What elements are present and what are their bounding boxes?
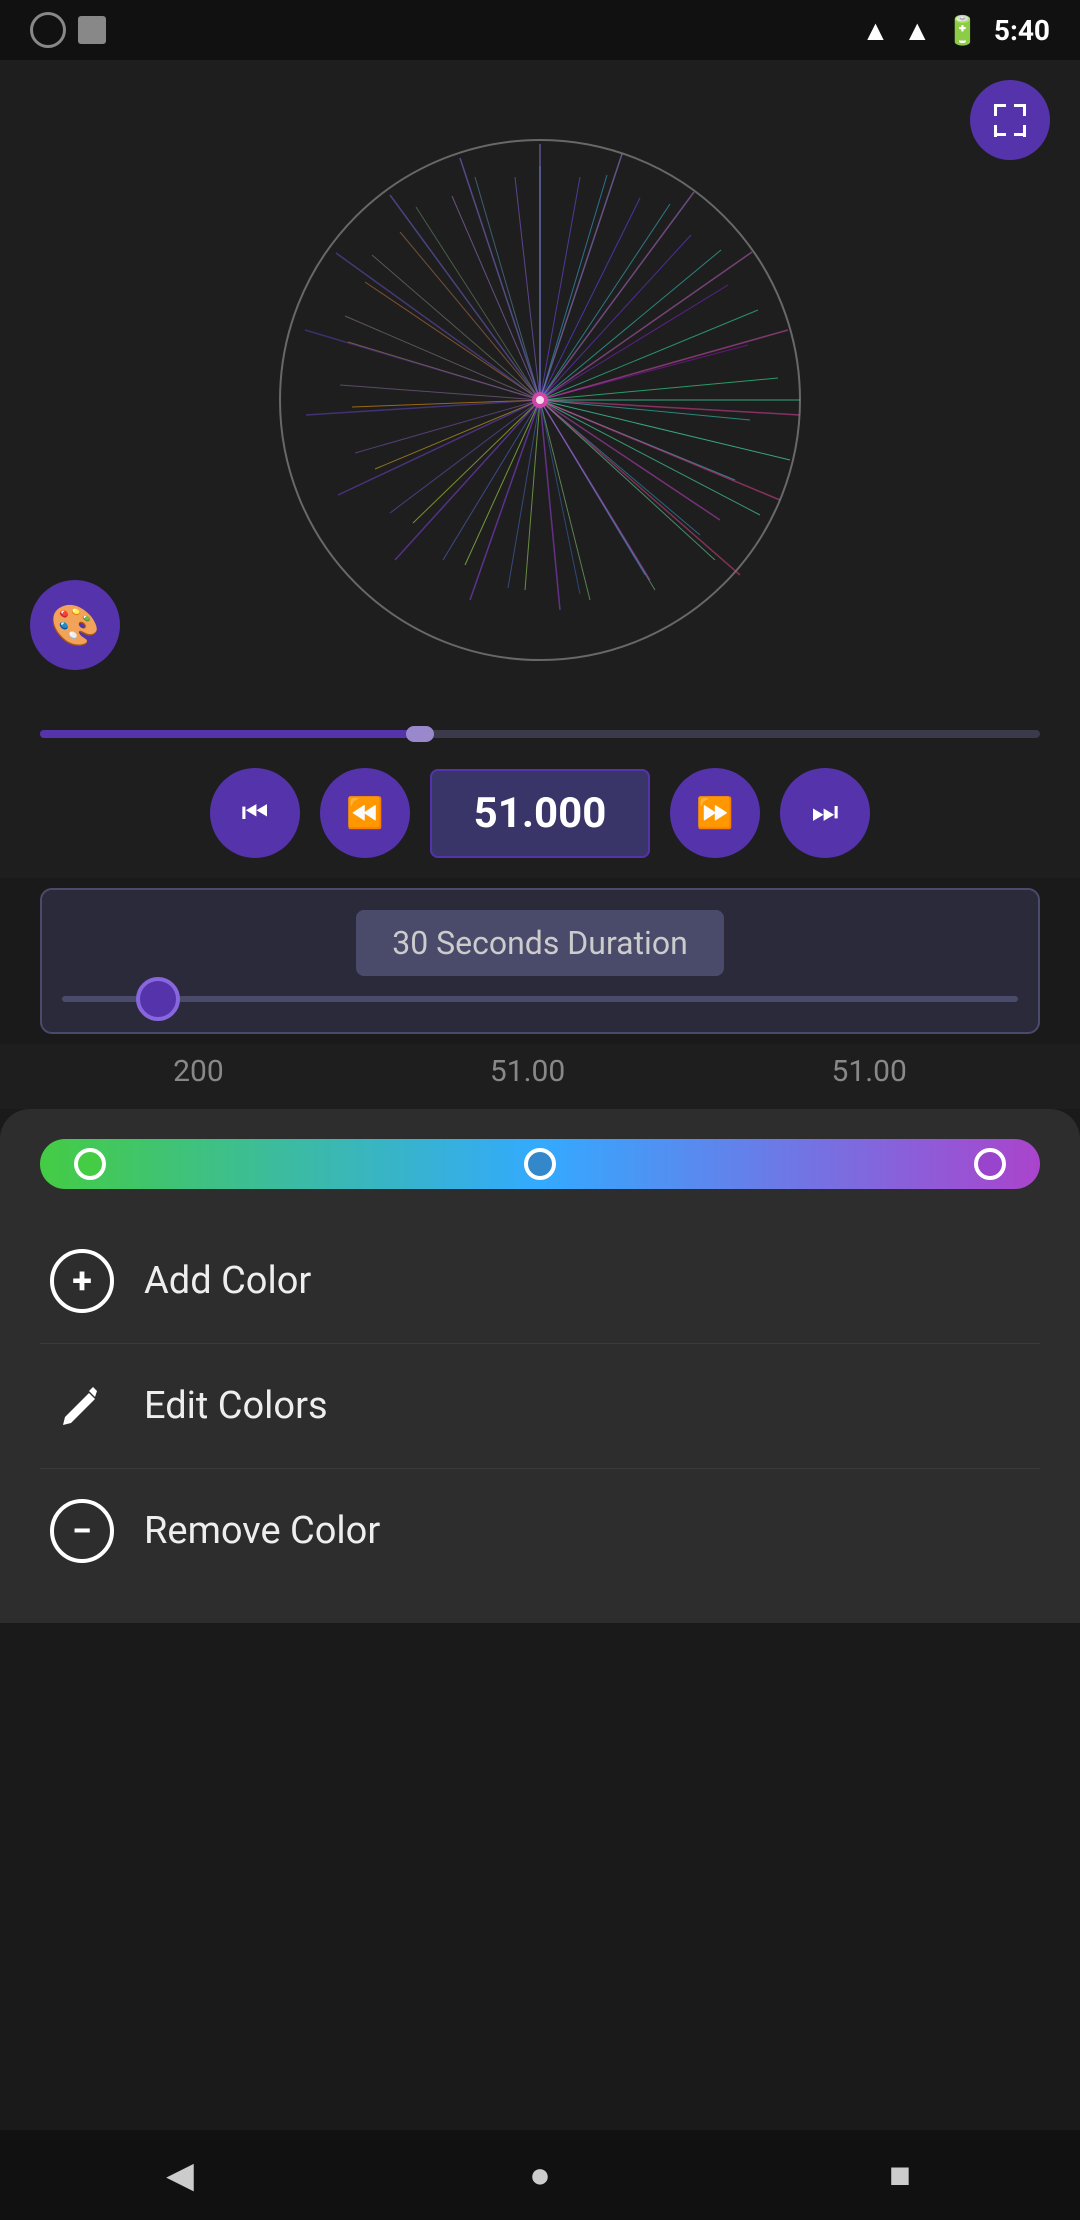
fullscreen-icon <box>990 100 1030 140</box>
gradient-thumb-mid[interactable] <box>524 1148 556 1180</box>
skip-forward-icon: ⏭ <box>812 796 839 830</box>
bottom-navigation: ◀ ● ■ <box>0 2130 1080 2220</box>
duration-panel: 30 Seconds Duration <box>40 888 1040 1034</box>
fast-forward-icon: ⏩ <box>696 796 733 831</box>
gradient-thumb-right[interactable] <box>974 1148 1006 1180</box>
palette-icon: 🎨 <box>50 602 100 649</box>
sim-icon <box>78 16 106 44</box>
signal-icon <box>30 12 66 48</box>
edit-colors-label: Edit Colors <box>144 1384 328 1428</box>
progress-fill <box>40 730 420 738</box>
remove-color-item[interactable]: − Remove Color <box>40 1469 1040 1593</box>
duration-thumb[interactable] <box>136 977 180 1021</box>
status-right: ▲ ▲ 🔋 5:40 <box>862 14 1050 47</box>
remove-color-icon: − <box>50 1499 114 1563</box>
home-icon: ● <box>529 2154 551 2196</box>
duration-label-container: 30 Seconds Duration <box>62 910 1018 976</box>
recent-icon: ■ <box>889 2154 911 2196</box>
progress-area <box>0 720 1080 748</box>
add-color-icon: + <box>50 1249 114 1313</box>
gradient-bar-container <box>40 1139 1040 1189</box>
spirograph-svg <box>260 120 820 680</box>
skip-back-icon: ⏮ <box>242 796 269 830</box>
value-2: 51.00 <box>490 1054 565 1089</box>
progress-track[interactable] <box>40 730 1040 738</box>
color-menu: + Add Color Edit Colors − Remove Color <box>0 1109 1080 1623</box>
remove-color-label: Remove Color <box>144 1509 380 1553</box>
skip-back-button[interactable]: ⏮ <box>210 768 300 858</box>
time-display: 51.000 <box>430 769 650 858</box>
rewind-icon: ⏪ <box>346 796 383 831</box>
palette-button[interactable]: 🎨 <box>30 580 120 670</box>
battery-icon: 🔋 <box>945 14 980 47</box>
progress-thumb[interactable] <box>406 726 434 742</box>
status-left <box>30 12 106 48</box>
status-bar: ▲ ▲ 🔋 5:40 <box>0 0 1080 60</box>
signal-bars-icon: ▲ <box>903 14 931 47</box>
fullscreen-button[interactable] <box>970 80 1050 160</box>
value-3: 51.00 <box>832 1054 907 1089</box>
duration-label: 30 Seconds Duration <box>356 910 723 976</box>
add-color-item[interactable]: + Add Color <box>40 1219 1040 1344</box>
fast-forward-button[interactable]: ⏩ <box>670 768 760 858</box>
edit-colors-icon <box>50 1374 114 1438</box>
duration-slider-track[interactable] <box>62 996 1018 1002</box>
back-button[interactable]: ◀ <box>140 2145 220 2205</box>
value-1: 200 <box>173 1054 224 1089</box>
back-icon: ◀ <box>166 2154 194 2196</box>
clock: 5:40 <box>994 14 1050 47</box>
gradient-bar[interactable] <box>40 1139 1040 1189</box>
gradient-thumb-left[interactable] <box>74 1148 106 1180</box>
recent-apps-button[interactable]: ■ <box>860 2145 940 2205</box>
add-color-label: Add Color <box>144 1259 311 1303</box>
transport-controls: ⏮ ⏪ 51.000 ⏩ ⏭ <box>0 748 1080 878</box>
spirograph-display <box>260 120 820 680</box>
wifi-icon: ▲ <box>862 14 890 47</box>
rewind-button[interactable]: ⏪ <box>320 768 410 858</box>
edit-colors-item[interactable]: Edit Colors <box>40 1344 1040 1469</box>
visualization-area: 🎨 <box>0 60 1080 720</box>
skip-forward-button[interactable]: ⏭ <box>780 768 870 858</box>
values-row: 200 51.00 51.00 <box>0 1044 1080 1109</box>
home-button[interactable]: ● <box>500 2145 580 2205</box>
